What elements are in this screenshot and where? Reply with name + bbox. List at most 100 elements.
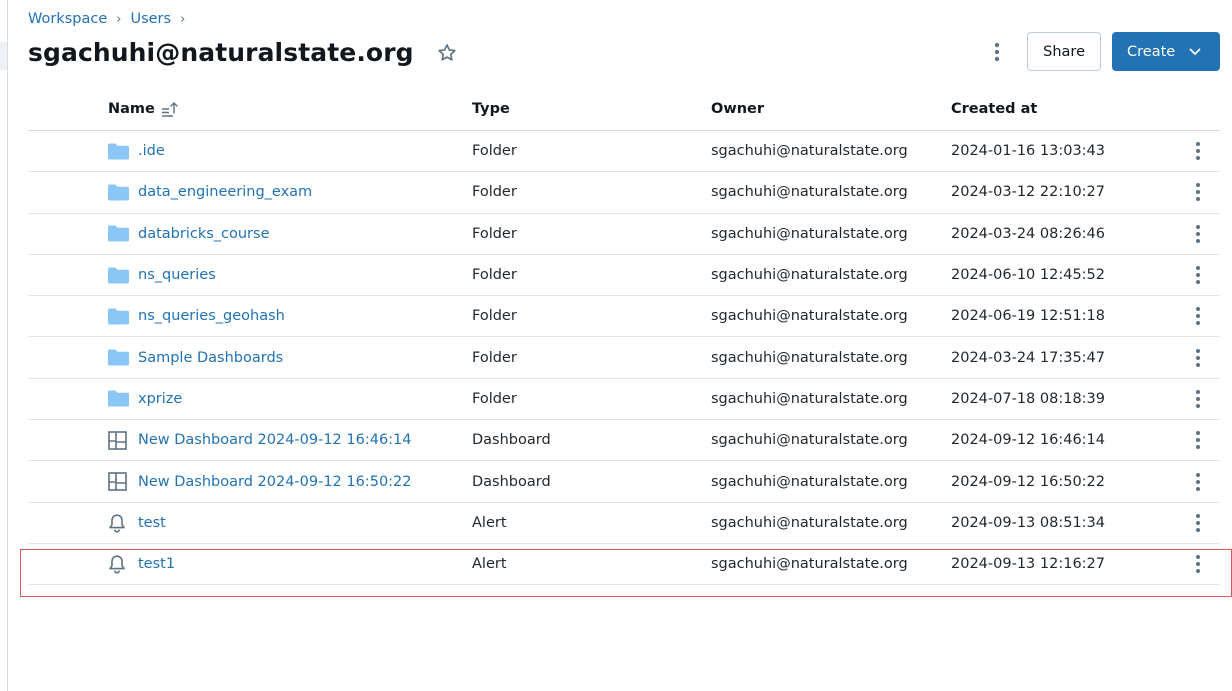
column-header-created[interactable]: Created at	[951, 101, 1181, 117]
item-owner: sgachuhi@naturalstate.org	[711, 143, 908, 160]
item-type: Folder	[472, 225, 517, 242]
left-rail-active-indicator	[0, 42, 7, 70]
dashboard-icon	[108, 430, 130, 450]
row-actions-button[interactable]	[1190, 180, 1206, 204]
item-type: Folder	[472, 143, 517, 160]
row-actions-button[interactable]	[1190, 304, 1206, 328]
table-row[interactable]: New Dashboard 2024-09-12 16:46:14 Dashbo…	[28, 420, 1220, 462]
kebab-vertical-icon	[1196, 555, 1200, 574]
row-actions-button[interactable]	[1190, 511, 1206, 535]
item-owner: sgachuhi@naturalstate.org	[711, 390, 908, 407]
item-name-link[interactable]: Sample Dashboards	[138, 350, 283, 366]
left-rail	[0, 0, 8, 691]
item-owner: sgachuhi@naturalstate.org	[711, 184, 908, 201]
item-name-link[interactable]: xprize	[138, 391, 182, 407]
item-owner: sgachuhi@naturalstate.org	[711, 308, 908, 325]
row-actions-button[interactable]	[1190, 222, 1206, 246]
item-owner: sgachuhi@naturalstate.org	[711, 225, 908, 242]
item-name-link[interactable]: test1	[138, 556, 175, 572]
item-created-at: 2024-06-19 12:51:18	[951, 308, 1105, 325]
page-title: sgachuhi@naturalstate.org	[28, 38, 414, 67]
folder-icon	[108, 265, 130, 285]
kebab-vertical-icon	[1196, 348, 1200, 367]
kebab-vertical-icon	[1196, 389, 1200, 408]
dashboard-icon	[108, 472, 130, 492]
column-header-name[interactable]: Name	[28, 101, 472, 117]
table-row[interactable]: ns_queries Folder sgachuhi@naturalstate.…	[28, 255, 1220, 297]
item-created-at: 2024-03-24 17:35:47	[951, 349, 1105, 366]
table-row-highlighted[interactable]: test1 Alert sgachuhi@naturalstate.org 20…	[28, 544, 1220, 586]
item-created-at: 2024-09-12 16:50:22	[951, 473, 1105, 490]
row-actions-button[interactable]	[1190, 263, 1206, 287]
item-owner: sgachuhi@naturalstate.org	[711, 514, 908, 531]
item-name-link[interactable]: test	[138, 515, 166, 531]
item-owner: sgachuhi@naturalstate.org	[711, 267, 908, 284]
table-row[interactable]: databricks_course Folder sgachuhi@natura…	[28, 214, 1220, 255]
column-header-type[interactable]: Type	[472, 101, 711, 117]
table-row[interactable]: ns_queries_geohash Folder sgachuhi@natur…	[28, 296, 1220, 338]
kebab-vertical-icon	[1196, 513, 1200, 532]
table-row[interactable]: xprize Folder sgachuhi@naturalstate.org …	[28, 379, 1220, 421]
kebab-vertical-icon	[1196, 307, 1200, 326]
more-actions-button[interactable]	[987, 34, 1007, 70]
row-actions-button[interactable]	[1190, 387, 1206, 411]
item-created-at: 2024-06-10 12:45:52	[951, 267, 1105, 284]
chevron-down-icon	[1189, 48, 1201, 56]
kebab-vertical-icon	[1196, 142, 1200, 161]
item-name-link[interactable]: ns_queries	[138, 267, 216, 283]
header-actions: Share Create	[987, 32, 1220, 71]
item-name-link[interactable]: New Dashboard 2024-09-12 16:50:22	[138, 474, 412, 490]
create-button-label: Create	[1127, 43, 1176, 60]
kebab-vertical-icon	[1196, 183, 1200, 202]
row-actions-button[interactable]	[1190, 428, 1206, 452]
bell-icon	[108, 554, 130, 574]
item-name-link[interactable]: .ide	[138, 143, 165, 159]
item-type: Folder	[472, 349, 517, 366]
item-name-link[interactable]: New Dashboard 2024-09-12 16:46:14	[138, 432, 412, 448]
item-type: Folder	[472, 308, 517, 325]
item-created-at: 2024-09-12 16:46:14	[951, 432, 1105, 449]
item-owner: sgachuhi@naturalstate.org	[711, 349, 908, 366]
title-row: sgachuhi@naturalstate.org	[28, 38, 458, 67]
breadcrumb-separator: ›	[116, 11, 122, 27]
item-name-link[interactable]: databricks_course	[138, 226, 270, 242]
workspace-items-table: Name Type Owner Created at .ide Folder s…	[28, 88, 1220, 586]
item-type: Alert	[472, 514, 507, 531]
item-owner: sgachuhi@naturalstate.org	[711, 556, 908, 573]
item-name-link[interactable]: data_engineering_exam	[138, 184, 312, 200]
folder-icon	[108, 306, 130, 326]
row-actions-button[interactable]	[1190, 552, 1206, 576]
item-owner: sgachuhi@naturalstate.org	[711, 432, 908, 449]
row-actions-button[interactable]	[1190, 346, 1206, 370]
folder-icon	[108, 224, 130, 244]
breadcrumb-workspace[interactable]: Workspace	[28, 11, 107, 27]
item-type: Folder	[472, 184, 517, 201]
share-button[interactable]: Share	[1027, 32, 1101, 71]
item-type: Dashboard	[472, 432, 551, 449]
kebab-vertical-icon	[995, 42, 1000, 61]
kebab-vertical-icon	[1196, 266, 1200, 285]
item-created-at: 2024-07-18 08:18:39	[951, 390, 1105, 407]
item-created-at: 2024-03-12 22:10:27	[951, 184, 1105, 201]
star-icon[interactable]	[436, 42, 458, 64]
table-row[interactable]: data_engineering_exam Folder sgachuhi@na…	[28, 172, 1220, 214]
item-name-link[interactable]: ns_queries_geohash	[138, 308, 285, 324]
item-type: Folder	[472, 267, 517, 284]
table-row[interactable]: Sample Dashboards Folder sgachuhi@natura…	[28, 337, 1220, 379]
table-header: Name Type Owner Created at	[28, 88, 1220, 131]
breadcrumb-users[interactable]: Users	[130, 11, 171, 27]
folder-icon	[108, 182, 130, 202]
kebab-vertical-icon	[1196, 224, 1200, 243]
sort-ascending-icon[interactable]	[161, 101, 179, 117]
folder-icon	[108, 141, 130, 161]
table-body: .ide Folder sgachuhi@naturalstate.org 20…	[28, 131, 1220, 586]
row-actions-button[interactable]	[1190, 470, 1206, 494]
row-actions-button[interactable]	[1190, 139, 1206, 163]
kebab-vertical-icon	[1196, 472, 1200, 491]
item-type: Alert	[472, 556, 507, 573]
table-row[interactable]: test Alert sgachuhi@naturalstate.org 202…	[28, 503, 1220, 544]
column-header-owner[interactable]: Owner	[711, 101, 951, 117]
create-button[interactable]: Create	[1112, 32, 1220, 71]
table-row[interactable]: New Dashboard 2024-09-12 16:50:22 Dashbo…	[28, 461, 1220, 503]
table-row[interactable]: .ide Folder sgachuhi@naturalstate.org 20…	[28, 131, 1220, 173]
